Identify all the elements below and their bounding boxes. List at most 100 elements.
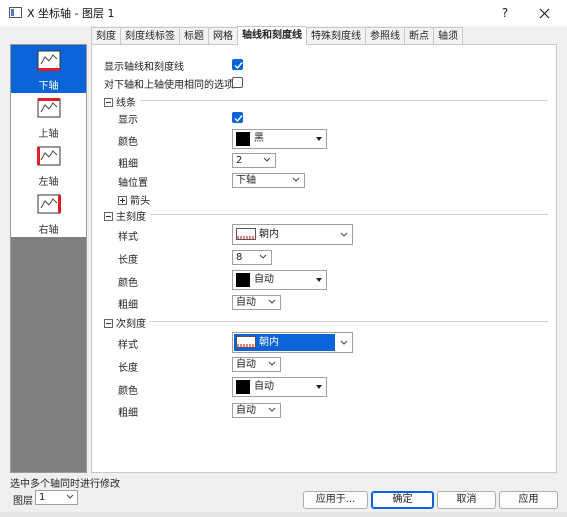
top-axis-icon — [37, 98, 61, 118]
line-thickness-label: 粗细 — [118, 159, 138, 170]
checkmark-icon — [234, 62, 243, 70]
dropdown-arrow-icon — [316, 278, 322, 282]
show-axis-ticks-checkbox[interactable] — [232, 59, 243, 70]
same-options-label: 对下轴和上轴使用相同的选项 — [104, 80, 234, 91]
line-color-select[interactable]: 黑 — [232, 129, 327, 149]
major-color-value: 自动 — [254, 274, 274, 285]
line-group-header: 线条 — [116, 98, 136, 109]
minor-color-label: 颜色 — [118, 386, 138, 397]
tab-strip: 刻度 刻度线标签 标题 网格 轴线和刻度线 特殊刻度线 参照线 断点 轴须 — [91, 26, 463, 46]
show-axis-ticks-label: 显示轴线和刻度线 — [104, 62, 184, 73]
axis-position-value: 下轴 — [236, 175, 256, 186]
chevron-down-icon — [340, 340, 348, 345]
cancel-button[interactable]: 取消 — [437, 491, 496, 509]
minor-color-value: 自动 — [254, 381, 274, 392]
axis-position-label: 轴位置 — [118, 178, 148, 189]
minor-length-select[interactable]: 自动 — [232, 357, 281, 372]
chevron-down-icon — [66, 494, 74, 499]
collapse-icon — [104, 212, 113, 221]
axis-item-bottom[interactable]: 下轴 — [11, 45, 86, 93]
window-title: X 坐标轴 - 图层 1 — [27, 7, 115, 20]
title-bar: X 坐标轴 - 图层 1 ? — [0, 0, 567, 26]
tick-style-icon — [236, 336, 256, 348]
major-thickness-value: 自动 — [236, 297, 256, 308]
color-swatch — [236, 273, 250, 287]
minor-style-value: 朝内 — [259, 337, 279, 348]
group-divider — [140, 100, 548, 101]
minor-thickness-select[interactable]: 自动 — [232, 403, 281, 418]
close-icon — [539, 8, 550, 19]
axis-item-label: 上轴 — [38, 129, 59, 140]
tab-line-and-ticks[interactable]: 轴线和刻度线 — [237, 26, 306, 46]
layer-select[interactable]: 1 — [35, 490, 78, 505]
line-color-label: 颜色 — [118, 137, 138, 148]
chevron-down-icon — [292, 177, 300, 182]
major-thickness-label: 粗细 — [118, 300, 138, 311]
same-options-checkbox[interactable] — [232, 77, 243, 88]
arrow-group-header: 箭头 — [130, 196, 150, 207]
axis-item-top[interactable]: 上轴 — [11, 93, 86, 141]
app-window-icon — [9, 7, 22, 18]
minor-length-value: 自动 — [236, 359, 256, 370]
axis-item-label: 左轴 — [38, 177, 59, 188]
chevron-down-icon — [263, 157, 271, 162]
minor-ticks-toggle[interactable]: 次刻度 — [104, 315, 146, 330]
collapse-icon — [104, 98, 113, 107]
line-group-toggle[interactable]: 线条 — [104, 94, 136, 109]
major-style-select[interactable]: 朝内 — [232, 224, 353, 245]
minor-length-label: 长度 — [118, 363, 138, 374]
background-strip — [0, 512, 567, 517]
minor-ticks-header: 次刻度 — [116, 319, 146, 330]
expand-icon — [118, 196, 127, 205]
chevron-down-icon — [268, 407, 276, 412]
major-ticks-toggle[interactable]: 主刻度 — [104, 208, 146, 223]
dropdown-arrow-icon — [316, 385, 322, 389]
axis-item-label: 右轴 — [38, 225, 59, 236]
major-color-select[interactable]: 自动 — [232, 270, 327, 290]
status-hint: 选中多个轴同时进行修改 — [10, 479, 120, 490]
tick-style-icon — [236, 228, 256, 240]
line-show-checkbox[interactable] — [232, 112, 243, 123]
minor-thickness-value: 自动 — [236, 405, 256, 416]
major-length-label: 长度 — [118, 255, 138, 266]
chevron-down-icon — [340, 232, 348, 237]
axis-item-right[interactable]: 右轴 — [11, 189, 86, 237]
layer-label: 图层 — [13, 496, 33, 507]
left-axis-icon — [37, 146, 61, 166]
ok-button[interactable]: 确定 — [371, 491, 434, 509]
close-button[interactable] — [527, 0, 561, 26]
line-thickness-value: 2 — [236, 155, 243, 166]
layer-value: 1 — [39, 492, 46, 503]
major-style-value: 朝内 — [259, 229, 279, 240]
collapse-icon — [104, 319, 113, 328]
minor-style-label: 样式 — [118, 340, 138, 351]
axis-item-label: 下轴 — [38, 81, 59, 92]
dropdown-arrow-icon — [316, 137, 322, 141]
line-color-value: 黑 — [254, 133, 264, 144]
checkmark-icon — [234, 115, 243, 123]
color-swatch — [236, 132, 250, 146]
major-thickness-select[interactable]: 自动 — [232, 295, 281, 310]
chevron-down-icon — [268, 361, 276, 366]
apply-to-button[interactable]: 应用于... — [303, 491, 368, 509]
group-divider — [150, 321, 548, 322]
major-ticks-header: 主刻度 — [116, 212, 146, 223]
arrow-group-toggle[interactable]: 箭头 — [118, 192, 150, 207]
minor-color-select[interactable]: 自动 — [232, 377, 327, 397]
group-divider — [150, 214, 548, 215]
right-axis-icon — [37, 194, 61, 214]
axis-position-select[interactable]: 下轴 — [232, 173, 305, 188]
line-show-label: 显示 — [118, 115, 138, 126]
help-button[interactable]: ? — [490, 0, 520, 26]
axis-item-left[interactable]: 左轴 — [11, 141, 86, 189]
major-length-select[interactable]: 8 — [232, 250, 272, 265]
line-and-ticks-panel: 显示轴线和刻度线 对下轴和上轴使用相同的选项 线条 显示 颜色 黑 粗细 2 轴… — [91, 44, 557, 473]
apply-button[interactable]: 应用 — [499, 491, 558, 509]
minor-style-select[interactable]: 朝内 — [232, 332, 353, 353]
minor-thickness-label: 粗细 — [118, 408, 138, 419]
chevron-down-icon — [259, 254, 267, 259]
line-thickness-select[interactable]: 2 — [232, 153, 276, 168]
color-swatch — [236, 380, 250, 394]
chevron-down-icon — [268, 299, 276, 304]
major-length-value: 8 — [236, 252, 243, 263]
